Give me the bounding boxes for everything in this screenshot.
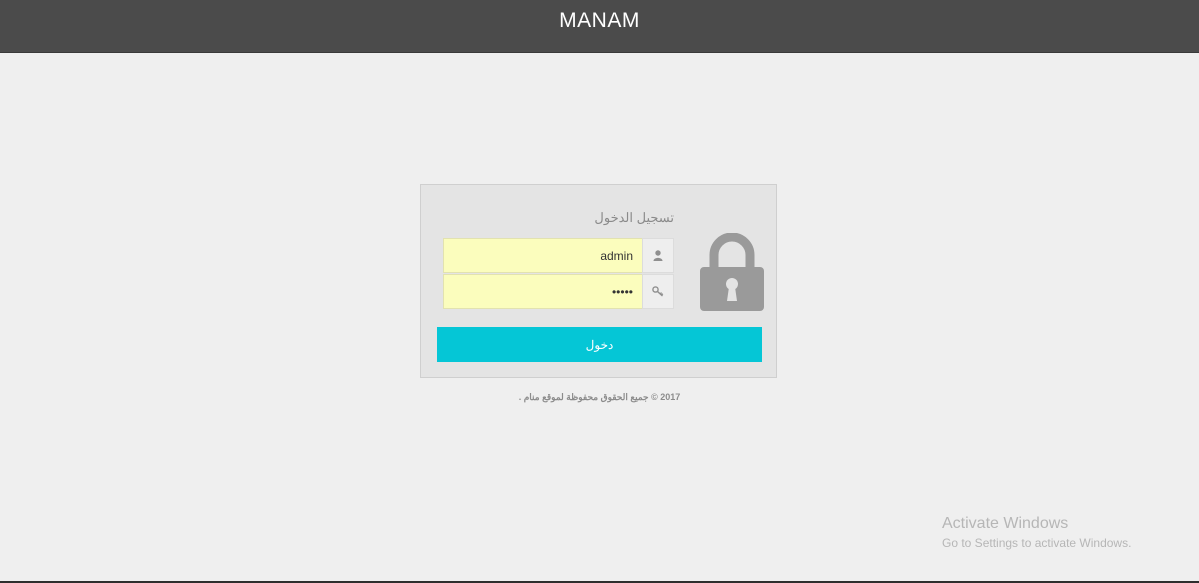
login-title: تسجيل الدخول [594, 210, 674, 225]
copyright-text: 2017 © جميع الحقوق محفوظة لموقع منام . [518, 392, 681, 402]
username-input[interactable] [443, 238, 642, 273]
activate-windows-subtitle: Go to Settings to activate Windows. [942, 536, 1132, 550]
activate-windows-title: Activate Windows [942, 515, 1069, 532]
brand-title[interactable]: MANAM [0, 9, 1199, 33]
activate-windows-watermark: Activate Windows Go to Settings to activ… [942, 514, 1131, 552]
top-navbar: MANAM [0, 0, 1199, 53]
login-button[interactable]: دخول [437, 327, 762, 362]
password-input[interactable] [443, 274, 642, 309]
lock-icon [700, 233, 764, 311]
login-panel: تسجيل الدخول دخول [420, 184, 777, 378]
key-icon [652, 286, 664, 297]
username-addon [642, 238, 674, 273]
password-row [443, 274, 674, 309]
username-row [443, 238, 674, 273]
password-addon [642, 274, 674, 309]
user-icon [653, 250, 663, 261]
